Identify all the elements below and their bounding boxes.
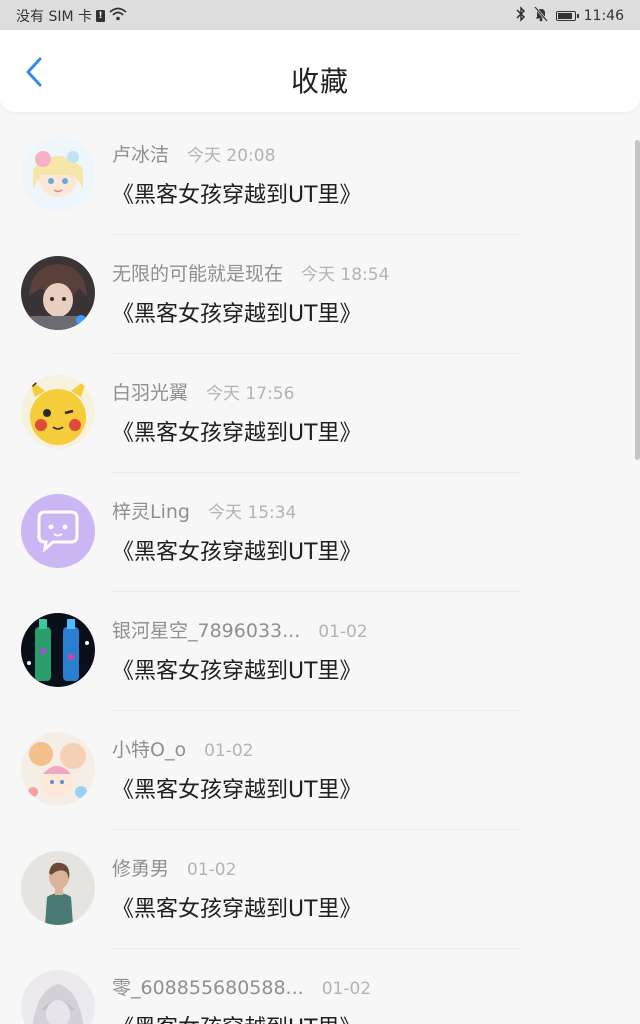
story-title: 《黑客女孩穿越到UT里》 [112, 421, 362, 446]
avatar[interactable] [21, 851, 95, 925]
avatar[interactable] [21, 375, 95, 449]
user-name: 银河星空_7896033... [112, 620, 301, 642]
status-right: 11:46 [516, 6, 624, 26]
favorites-list: 卢冰洁 今天 20:08 《黑客女孩穿越到UT里》 无限的可能就是现在 今天 1… [0, 116, 640, 1024]
row-meta: 卢冰洁 今天 20:08 [112, 140, 275, 167]
user-name: 卢冰洁 [112, 144, 170, 166]
story-title: 《黑客女孩穿越到UT里》 [112, 302, 362, 327]
favorite-time: 今天 15:34 [207, 503, 297, 523]
user-name: 无限的可能就是现在 [112, 263, 284, 285]
avatar[interactable] [21, 732, 95, 806]
status-bar: 没有 SIM 卡 ! 11:46 [0, 0, 640, 30]
user-name: 梓灵Ling [112, 501, 190, 523]
story-title: 《黑客女孩穿越到UT里》 [112, 897, 362, 922]
row-meta: 小特O_o 01-02 [112, 735, 254, 762]
page-title: 收藏 [290, 65, 349, 98]
favorite-time: 01-02 [187, 860, 237, 880]
header: 收藏 [0, 30, 640, 112]
favorite-time: 今天 20:08 [187, 146, 276, 166]
favorite-item[interactable]: 修勇男 01-02 《黑客女孩穿越到UT里》 [0, 830, 640, 949]
avatar[interactable] [21, 137, 95, 211]
row-meta: 零_608855680588... 01-02 [112, 973, 371, 1000]
avatar[interactable] [21, 613, 95, 687]
avatar[interactable] [21, 970, 95, 1024]
avatar[interactable] [21, 494, 95, 568]
favorite-item[interactable]: 无限的可能就是现在 今天 18:54 《黑客女孩穿越到UT里》 [0, 235, 640, 354]
story-title: 《黑客女孩穿越到UT里》 [112, 1010, 362, 1024]
favorite-item[interactable]: 卢冰洁 今天 20:08 《黑客女孩穿越到UT里》 [0, 116, 640, 235]
user-name: 零_608855680588... [112, 977, 304, 999]
clock-time: 11:46 [583, 8, 624, 24]
row-meta: 白羽光翼 今天 17:56 [112, 378, 294, 405]
story-title: 《黑客女孩穿越到UT里》 [112, 659, 362, 684]
favorite-item[interactable]: 银河星空_7896033... 01-02 《黑客女孩穿越到UT里》 [0, 592, 640, 711]
favorite-item[interactable]: 梓灵Ling 今天 15:34 《黑客女孩穿越到UT里》 [0, 473, 640, 592]
user-name: 白羽光翼 [112, 382, 189, 404]
bluetooth-icon [516, 6, 526, 26]
sim-warning-icon: ! [96, 10, 105, 22]
avatar[interactable] [21, 256, 95, 330]
favorite-item[interactable]: 零_608855680588... 01-02 《黑客女孩穿越到UT里》 [0, 949, 640, 1024]
favorite-item[interactable]: 白羽光翼 今天 17:56 《黑客女孩穿越到UT里》 [0, 354, 640, 473]
favorite-time: 01-02 [204, 741, 254, 761]
favorites-screen: 没有 SIM 卡 ! 11:46 收藏 卢冰洁 今天 20:08 《黑客女孩穿越… [0, 0, 640, 1024]
status-left: 没有 SIM 卡 ! [16, 6, 127, 26]
favorite-time: 01-02 [318, 622, 368, 642]
story-title: 《黑客女孩穿越到UT里》 [112, 540, 362, 565]
favorite-item[interactable]: 小特O_o 01-02 《黑客女孩穿越到UT里》 [0, 711, 640, 830]
story-title: 《黑客女孩穿越到UT里》 [112, 183, 362, 208]
story-title: 《黑客女孩穿越到UT里》 [112, 778, 362, 803]
user-name: 修勇男 [112, 858, 170, 880]
carrier-text: 没有 SIM 卡 [16, 9, 92, 25]
row-meta: 修勇男 01-02 [112, 854, 236, 881]
row-meta: 无限的可能就是现在 今天 18:54 [112, 259, 389, 286]
mute-bell-icon [533, 6, 548, 26]
wifi-icon [109, 7, 127, 25]
battery-icon [555, 11, 579, 21]
row-meta: 银河星空_7896033... 01-02 [112, 616, 368, 643]
scrollbar[interactable] [635, 140, 640, 460]
favorite-time: 01-02 [321, 979, 372, 999]
row-meta: 梓灵Ling 今天 15:34 [112, 497, 296, 524]
user-name: 小特O_o [112, 739, 187, 761]
favorite-time: 今天 18:54 [301, 265, 390, 285]
favorite-time: 今天 17:56 [206, 384, 295, 404]
